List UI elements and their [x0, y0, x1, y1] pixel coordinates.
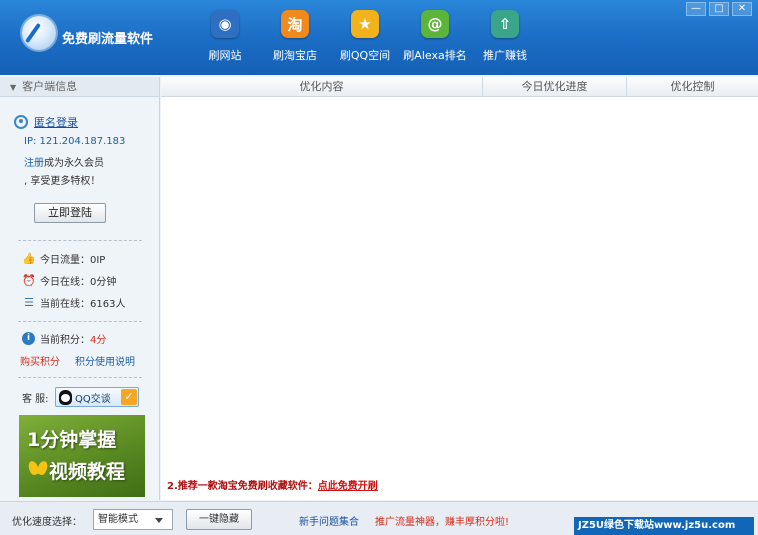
app-logo [22, 16, 56, 50]
collapse-arrow-icon: ▼ [10, 83, 17, 92]
today-online-stat: ⏰ 今日在线：0分钟 [22, 274, 117, 288]
maximize-button[interactable]: □ [709, 2, 729, 16]
speed-label: 优化速度选择： [12, 517, 82, 528]
minimize-button[interactable]: — [686, 2, 706, 16]
speed-select[interactable]: 智能模式 [93, 509, 173, 530]
close-button[interactable]: ✕ [732, 2, 752, 16]
chevron-down-icon [155, 518, 163, 523]
alexa-icon: @ [421, 10, 449, 38]
points-usage-link[interactable]: 积分使用说明 [75, 353, 135, 368]
thumbs-up-icon: 👍 [22, 252, 36, 265]
column-header-control: 优化控制 [670, 80, 715, 93]
table-header: 优化内容 今日优化进度 优化控制 [161, 77, 758, 97]
video-tutorial-banner[interactable]: 1分钟掌握 视频教程 [19, 415, 145, 497]
title-bar: 免费刷流量软件 ◉ 刷网站 淘 刷淘宝店 ★ 刷QQ空间 @ 刷Alexa排名 … [0, 0, 758, 75]
nav-label: 推广赚钱 [483, 49, 527, 62]
video-banner-line1: 1分钟掌握 [27, 429, 117, 451]
nav-label: 刷Alexa排名 [403, 49, 467, 62]
promote-link[interactable]: 推广流量神器，赚丰厚积分啦! [375, 513, 509, 528]
faq-link[interactable]: 新手问题集合 [299, 513, 359, 528]
nav-label: 刷QQ空间 [339, 49, 391, 62]
window-controls: — □ ✕ [686, 2, 752, 16]
register-promo: 注册成为永久会员 [24, 158, 104, 169]
status-bar: 优化速度选择： 智能模式 一键隐藏 新手问题集合 推广流量神器，赚丰厚积分啦! … [0, 501, 758, 535]
butterfly-icon [29, 459, 47, 481]
divider [18, 321, 142, 322]
divider [18, 377, 142, 378]
clock-icon: ⏰ [22, 274, 36, 287]
nav-item-taobao[interactable]: 淘 刷淘宝店 [260, 10, 330, 68]
points-stat: i 当前积分： 4分 [22, 331, 106, 346]
sidebar-header[interactable]: ▼ 客户端信息 [0, 77, 159, 97]
buy-points-link[interactable]: 购买积分 [20, 353, 60, 368]
nav-item-alexa[interactable]: @ 刷Alexa排名 [400, 10, 470, 68]
user-row: 匿名登录 [14, 114, 78, 130]
qq-chat-label: QQ交谈 [75, 393, 111, 405]
taobao-promo-line: 2.推荐一款淘宝免费刷收藏软件：点此免费开刷 [167, 481, 378, 492]
today-traffic-stat: 👍 今日流量：0IP [22, 252, 106, 266]
ip-address: IP: 121.204.187.183 [24, 136, 126, 147]
qq-penguin-icon [59, 389, 72, 405]
user-icon [14, 115, 28, 129]
divider [18, 240, 142, 241]
free-start-link[interactable]: 点此免费开刷 [318, 481, 378, 492]
register-link[interactable]: 注册 [24, 158, 44, 169]
client-info-sidebar: ▼ 客户端信息 匿名登录 IP: 121.204.187.183 注册成为永久会员… [0, 77, 160, 500]
nav-label: 刷网站 [208, 49, 242, 62]
nav-item-promote[interactable]: ⇧ 推广赚钱 [470, 10, 540, 68]
privilege-text: , 享受更多特权！ [24, 176, 101, 187]
anonymous-login-link[interactable]: 匿名登录 [34, 114, 78, 130]
app-title: 免费刷流量软件 [62, 32, 154, 47]
current-online-stat: ☰ 当前在线：6163人 [22, 295, 125, 310]
nav-item-qzone[interactable]: ★ 刷QQ空间 [330, 10, 400, 68]
rocket-icon: ⇧ [491, 10, 519, 38]
checkmark-icon: ✓ [121, 389, 137, 405]
list-icon: ☰ [24, 296, 34, 309]
optimization-panel: 优化内容 今日优化进度 优化控制 2.推荐一款淘宝免费刷收藏软件：点此免费开刷 [161, 77, 758, 500]
qq-chat-button[interactable]: QQ交谈 ✓ [55, 387, 139, 407]
info-icon: i [22, 332, 35, 345]
nav-label: 刷淘宝店 [273, 49, 317, 62]
site-watermark: JZ5U绿色下载站www.jz5u.com [574, 517, 754, 535]
one-click-hide-button[interactable]: 一键隐藏 [186, 509, 252, 530]
video-banner-line2: 视频教程 [49, 461, 126, 483]
column-header-content: 优化内容 [161, 77, 483, 96]
main-nav: ◉ 刷网站 淘 刷淘宝店 ★ 刷QQ空间 @ 刷Alexa排名 ⇧ 推广赚钱 [190, 10, 540, 68]
service-label: 客 服: [22, 394, 49, 405]
taobao-icon: 淘 [281, 10, 309, 38]
globe-icon: ◉ [211, 10, 239, 38]
login-button[interactable]: 立即登陆 [34, 203, 106, 223]
nav-item-website[interactable]: ◉ 刷网站 [190, 10, 260, 68]
star-icon: ★ [351, 10, 379, 38]
points-value: 4分 [90, 335, 107, 346]
column-header-progress: 今日优化进度 [483, 77, 627, 96]
